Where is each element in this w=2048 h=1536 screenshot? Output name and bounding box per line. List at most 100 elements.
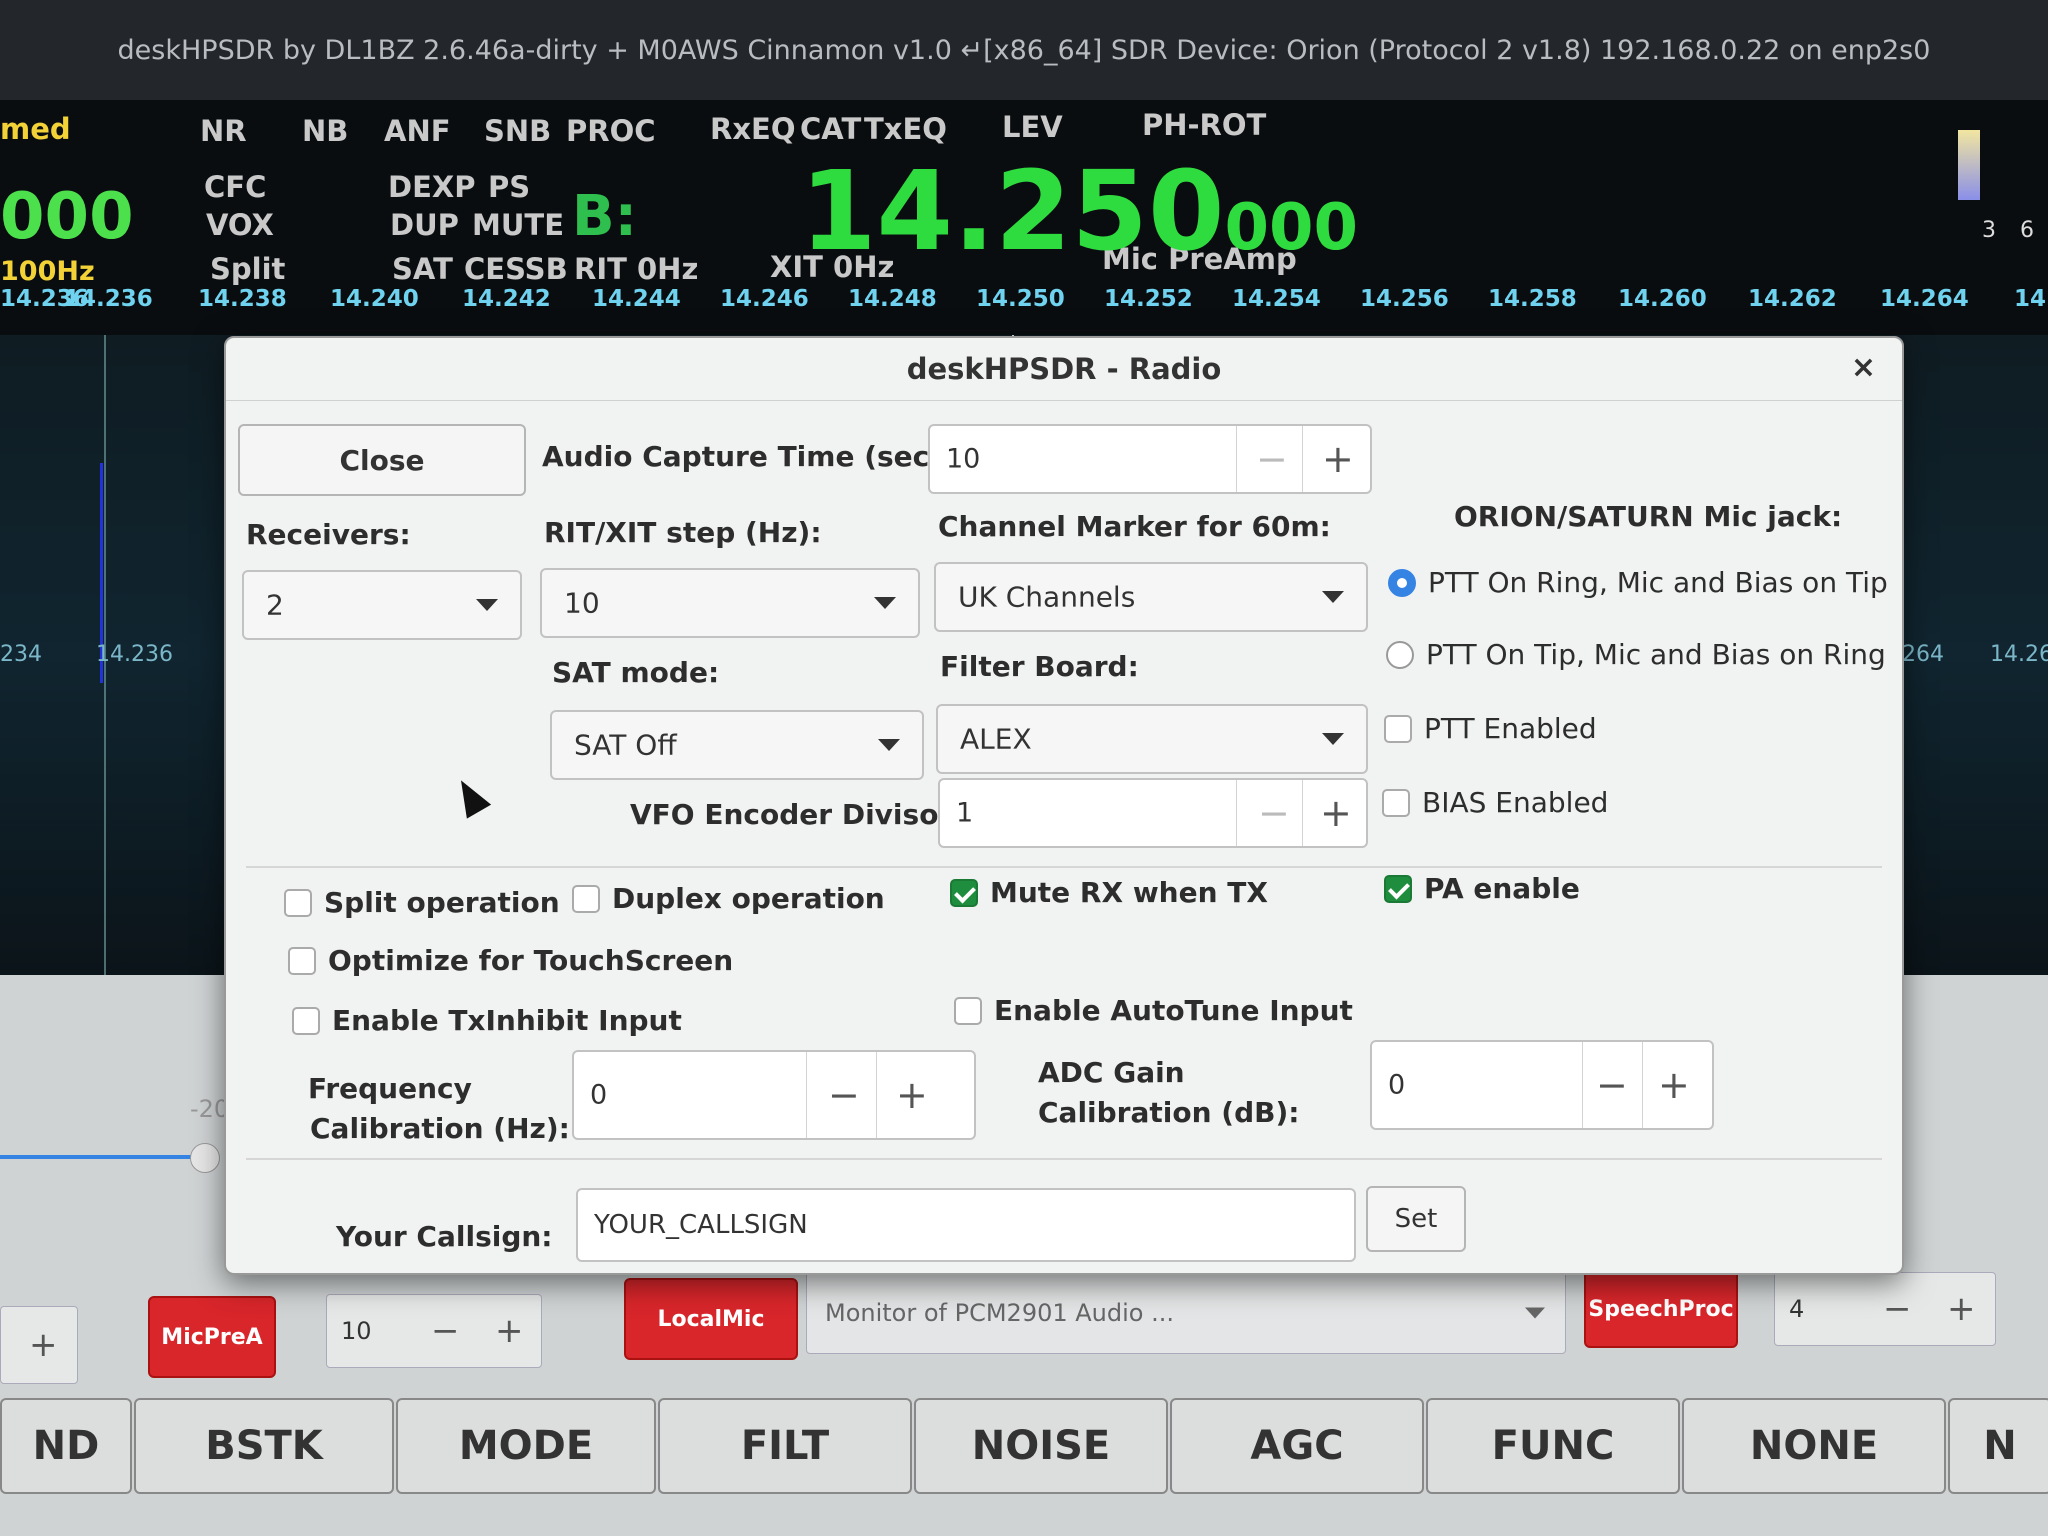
mic-gain-spin[interactable]: 10 − + bbox=[326, 1294, 542, 1368]
proc-level-spin[interactable]: 4 − + bbox=[1774, 1272, 1996, 1346]
channel-marker-select[interactable]: UK Channels bbox=[934, 562, 1368, 632]
scale-label: 14.238 bbox=[198, 286, 287, 312]
callsign-input[interactable]: YOUR_CALLSIGN bbox=[576, 1188, 1356, 1262]
speech-proc-button[interactable]: Speech Proc bbox=[1584, 1270, 1738, 1348]
status-cat[interactable]: CAT bbox=[800, 112, 861, 146]
plus-icon[interactable]: + bbox=[1658, 1063, 1690, 1107]
menu-button-filt[interactable]: FILT bbox=[658, 1398, 912, 1494]
minus-icon[interactable]: − bbox=[1883, 1289, 1912, 1329]
status-dexp[interactable]: DEXP bbox=[388, 170, 476, 204]
divider bbox=[1302, 780, 1303, 846]
minus-icon[interactable]: − bbox=[1258, 791, 1290, 835]
status-vox[interactable]: VOX bbox=[206, 208, 274, 242]
status-rit[interactable]: RIT 0Hz bbox=[574, 252, 698, 286]
minus-icon[interactable]: − bbox=[431, 1311, 460, 1351]
dialog-titlebar: deskHPSDR - Radio bbox=[226, 338, 1902, 401]
mic-gain-slider-handle[interactable] bbox=[190, 1143, 220, 1173]
status-snb[interactable]: SNB bbox=[484, 114, 551, 148]
split-operation-checkbox[interactable]: Split operation bbox=[284, 886, 560, 919]
plus-icon[interactable]: + bbox=[1322, 437, 1354, 481]
vfo-step[interactable]: 100Hz bbox=[0, 256, 95, 287]
duplex-operation-checkbox[interactable]: Duplex operation bbox=[572, 882, 885, 915]
status-nb[interactable]: NB bbox=[302, 114, 348, 148]
close-button[interactable]: Close bbox=[238, 424, 526, 496]
receivers-select[interactable]: 2 bbox=[242, 570, 522, 640]
checkbox-unchecked-icon bbox=[572, 884, 600, 913]
mic-jack-option-tip[interactable]: PTT On Tip, Mic and Bias on Ring bbox=[1386, 638, 1886, 671]
vfo-b-label[interactable]: B: bbox=[572, 184, 637, 249]
menu-button-bstk[interactable]: BSTK bbox=[134, 1398, 394, 1494]
tx-inhibit-checkbox[interactable]: Enable TxInhibit Input bbox=[292, 1004, 682, 1037]
status-rxeq[interactable]: RxEQ bbox=[710, 112, 796, 146]
mic-jack-option-tip-label: PTT On Tip, Mic and Bias on Ring bbox=[1426, 638, 1886, 671]
plus-icon[interactable]: + bbox=[495, 1311, 524, 1351]
autotune-checkbox[interactable]: Enable AutoTune Input bbox=[954, 994, 1353, 1027]
status-split[interactable]: Split bbox=[210, 252, 285, 286]
sat-mode-select[interactable]: SAT Off bbox=[550, 710, 924, 780]
mute-rx-checkbox[interactable]: Mute RX when TX bbox=[950, 876, 1268, 909]
menu-button-next[interactable]: N bbox=[1948, 1398, 2048, 1494]
menu-label: ND bbox=[32, 1423, 100, 1469]
freq-cal-spin[interactable]: 0 − + bbox=[572, 1050, 976, 1140]
minus-icon[interactable]: − bbox=[1596, 1063, 1628, 1107]
checkbox-unchecked-icon bbox=[1382, 788, 1410, 817]
minus-icon[interactable]: − bbox=[1256, 437, 1288, 481]
status-anf[interactable]: ANF bbox=[384, 114, 451, 148]
chevron-down-icon bbox=[1525, 1307, 1545, 1319]
pa-enable-checkbox[interactable]: PA enable bbox=[1384, 872, 1580, 905]
mute-rx-label: Mute RX when TX bbox=[990, 876, 1268, 909]
mic-preamp-label-2: PreA bbox=[203, 1324, 263, 1350]
set-callsign-button[interactable]: Set bbox=[1366, 1186, 1466, 1252]
agc-mode[interactable]: med bbox=[0, 112, 71, 146]
status-mute[interactable]: MUTE bbox=[472, 208, 564, 242]
filter-board-select[interactable]: ALEX bbox=[936, 704, 1368, 774]
menu-label: BSTK bbox=[205, 1423, 323, 1469]
ptt-enabled-checkbox[interactable]: PTT Enabled bbox=[1384, 712, 1597, 745]
audio-device-select[interactable]: Monitor of PCM2901 Audio ... bbox=[806, 1272, 1566, 1354]
status-txeq[interactable]: TxEQ bbox=[864, 112, 947, 146]
status-cfc[interactable]: CFC bbox=[204, 170, 266, 204]
plus-icon[interactable]: + bbox=[1320, 791, 1352, 835]
menu-button-mode[interactable]: MODE bbox=[396, 1398, 656, 1494]
status-ph-rot[interactable]: PH-ROT bbox=[1142, 108, 1266, 142]
status-lev[interactable]: LEV bbox=[1002, 110, 1063, 144]
radio-unselected-icon bbox=[1386, 640, 1414, 669]
divider bbox=[1236, 780, 1237, 846]
optimize-touchscreen-checkbox[interactable]: Optimize for TouchScreen bbox=[288, 944, 733, 977]
sat-mode-label: SAT mode: bbox=[552, 656, 720, 689]
bias-enabled-checkbox[interactable]: BIAS Enabled bbox=[1382, 786, 1608, 819]
main-frequency-hz: 000 bbox=[1224, 191, 1359, 265]
plus-icon[interactable]: + bbox=[1947, 1289, 1976, 1329]
vfo-a-frequency-fragment[interactable]: 000 bbox=[0, 180, 134, 254]
main-frequency[interactable]: 14.250000 bbox=[800, 156, 1358, 266]
scale-label: 14.242 bbox=[462, 286, 551, 312]
mic-gain-slider-track[interactable] bbox=[0, 1155, 200, 1159]
close-icon[interactable]: × bbox=[1851, 350, 1876, 385]
mic-jack-option-ring[interactable]: PTT On Ring, Mic and Bias on Tip bbox=[1388, 566, 1888, 599]
plus-icon[interactable]: + bbox=[29, 1325, 58, 1365]
menu-label: AGC bbox=[1250, 1423, 1344, 1469]
status-ps[interactable]: PS bbox=[488, 170, 530, 204]
adc-gain-spin[interactable]: 0 − + bbox=[1370, 1040, 1714, 1130]
minus-icon[interactable]: − bbox=[828, 1073, 860, 1117]
menu-button-none[interactable]: NONE bbox=[1682, 1398, 1946, 1494]
menu-button-agc[interactable]: AGC bbox=[1170, 1398, 1424, 1494]
vfo-divisor-spin[interactable]: 1 − + bbox=[938, 778, 1368, 848]
audio-capture-spin[interactable]: 10 − + bbox=[928, 424, 1372, 494]
rit-step-select[interactable]: 10 bbox=[540, 568, 920, 638]
adc-gain-label-2: Calibration (dB): bbox=[1038, 1096, 1300, 1129]
filter-board-label: Filter Board: bbox=[940, 650, 1139, 683]
status-cessb[interactable]: CESSB bbox=[464, 252, 568, 286]
plus-icon[interactable]: + bbox=[896, 1073, 928, 1117]
menu-button-band[interactable]: ND bbox=[0, 1398, 132, 1494]
mic-preamp-button[interactable]: Mic PreA bbox=[148, 1296, 276, 1378]
divider bbox=[806, 1052, 807, 1138]
status-nr[interactable]: NR bbox=[200, 114, 247, 148]
menu-label: NOISE bbox=[971, 1423, 1111, 1469]
menu-button-noise[interactable]: NOISE bbox=[914, 1398, 1168, 1494]
status-dup[interactable]: DUP bbox=[390, 208, 459, 242]
status-proc[interactable]: PROC bbox=[566, 114, 656, 148]
local-mic-button[interactable]: Local Mic bbox=[624, 1278, 798, 1360]
menu-button-func[interactable]: FUNC bbox=[1426, 1398, 1680, 1494]
status-sat[interactable]: SAT bbox=[392, 252, 453, 286]
